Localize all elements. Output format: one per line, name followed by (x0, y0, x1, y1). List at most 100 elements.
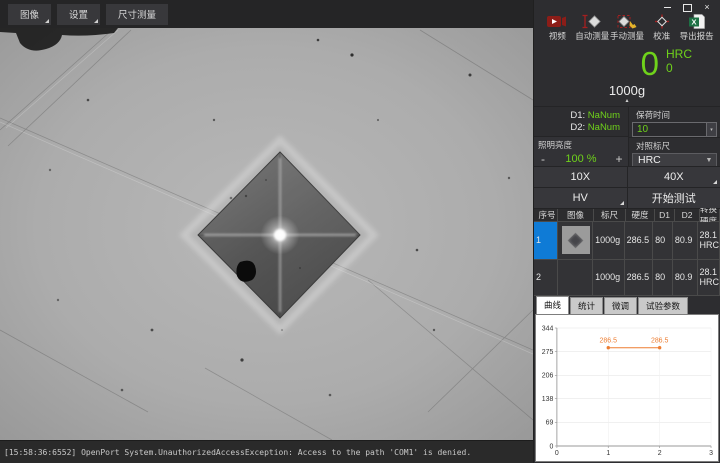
row-no: 1 (534, 222, 558, 260)
col-d2: D2 (675, 209, 700, 222)
video-icon (546, 13, 568, 30)
export-report-button[interactable]: X 导出报告 (679, 13, 714, 46)
reference-scale-select[interactable]: HRC ▼ (632, 153, 717, 167)
indentation-thumbnail-icon (562, 226, 590, 254)
col-converted: 转换硬度 (700, 209, 720, 222)
row-thumbnail[interactable] (558, 222, 593, 260)
tab-fine-tune[interactable]: 微调 (604, 297, 637, 314)
mag-40x-button[interactable]: 40X (627, 167, 720, 187)
auto-measure-button[interactable]: 自动测量 (575, 13, 610, 46)
curve-chart-svg: 0691382062753440123286.5286.5 (536, 315, 718, 461)
mode-hv-button[interactable]: HV (534, 188, 627, 208)
toolbar-label: 手动测量 (610, 30, 644, 42)
brightness-value: 100 % (552, 153, 610, 165)
svg-text:275: 275 (542, 349, 554, 356)
svg-text:3: 3 (709, 450, 713, 457)
left-column: 图像 设置 尺寸测量 (0, 0, 533, 463)
tab-dimension-measure[interactable]: 尺寸测量 (106, 4, 168, 25)
diagonal-values: D1: NaNum D2: NaNum (534, 107, 628, 136)
tab-settings[interactable]: 设置 (57, 4, 100, 25)
close-button[interactable]: × (702, 3, 712, 12)
toolbar-label: 导出报告 (680, 30, 714, 42)
calibrate-button[interactable]: 校准 (644, 13, 679, 46)
maximize-button[interactable] (682, 3, 692, 12)
tab-curve[interactable]: 曲线 (536, 296, 569, 314)
results-header: 序号 图像 标尺 硬度 D1 D2 转换硬度 (534, 209, 720, 222)
window-controls: × (534, 0, 720, 13)
reference-scale-label: 对照标尺 (632, 138, 717, 153)
microscope-image[interactable] (0, 28, 533, 440)
toolbar-label: 视频 (549, 30, 566, 42)
test-force-selector[interactable]: 1000g ▴ (534, 84, 720, 106)
row-thumbnail[interactable] (558, 260, 593, 297)
brightness-minus-button[interactable]: - (534, 152, 552, 166)
svg-text:138: 138 (542, 396, 554, 403)
test-force-value: 1000g (609, 84, 645, 98)
hardness-value: 0 (641, 46, 659, 82)
dropdown-up-icon: ▴ (625, 98, 628, 104)
spinner-icon[interactable]: ▾ (706, 123, 716, 136)
row-d2: 80.9 (673, 222, 698, 260)
row-hardness: 286.5 (625, 222, 654, 260)
dwell-time-input[interactable]: 10 ▾ (632, 122, 717, 137)
status-message: [15:58:36:6552] OpenPort System.Unauthor… (4, 448, 471, 457)
row-d1: 80 (653, 260, 673, 297)
svg-text:0: 0 (555, 450, 559, 457)
row-converted: 28.1 HRC (698, 260, 720, 297)
svg-text:1: 1 (606, 450, 610, 457)
calibrate-icon (653, 13, 671, 30)
reference-scale-control: 对照标尺 HRC ▼ (629, 137, 720, 167)
results-table: 序号 图像 标尺 硬度 D1 D2 转换硬度 1 1000g 286.5 80 … (534, 208, 720, 296)
svg-text:69: 69 (546, 420, 554, 427)
row-scale: 1000g (593, 222, 625, 260)
row-scale: 1000g (593, 260, 625, 297)
row-converted: 28.1 HRC (698, 222, 720, 260)
svg-text:286.5: 286.5 (651, 338, 669, 345)
manual-measure-icon (616, 13, 638, 30)
col-d1: D1 (655, 209, 675, 222)
hardness-converted: 0 (666, 62, 692, 76)
dwell-time-value: 10 (633, 123, 706, 136)
svg-text:206: 206 (542, 373, 554, 380)
dwell-time-control: 保荷时间 10 ▾ (629, 107, 720, 137)
microscope-indentation-view (0, 28, 533, 440)
chevron-down-icon: ▼ (702, 157, 716, 164)
parameter-section: D1: NaNum D2: NaNum 照明亮度 - 100 % + 保荷时间 (534, 106, 720, 166)
row-d1: 80 (653, 222, 673, 260)
row-no: 2 (534, 260, 558, 297)
brightness-plus-button[interactable]: + (610, 152, 628, 166)
d1-label: D1: (570, 110, 585, 121)
svg-text:0: 0 (550, 443, 554, 450)
table-row[interactable]: 1 1000g 286.5 80 80.9 28.1 HRC (534, 222, 720, 260)
chart-panel: 曲线 统计 微调 试验参数 0691382062753440123286.528… (534, 297, 720, 463)
row-d2: 80.9 (673, 260, 698, 297)
mag-10x-button[interactable]: 10X (534, 167, 627, 187)
tab-image[interactable]: 图像 (8, 4, 51, 25)
d1-value: NaNum (588, 110, 620, 121)
dwell-time-label: 保荷时间 (632, 107, 717, 122)
video-button[interactable]: 视频 (540, 13, 575, 46)
chart-tabbar: 曲线 统计 微调 试验参数 (534, 297, 720, 314)
col-no: 序号 (534, 209, 558, 222)
action-row: HV 开始测试 (534, 187, 720, 208)
d2-label: D2: (570, 122, 585, 133)
auto-measure-icon (581, 13, 603, 30)
svg-text:2: 2 (658, 450, 662, 457)
tab-test-params[interactable]: 试验参数 (638, 297, 688, 314)
svg-text:344: 344 (542, 325, 554, 332)
magnification-row: 10X 40X (534, 166, 720, 187)
minimize-button[interactable] (662, 3, 672, 12)
start-test-button[interactable]: 开始测试 (627, 188, 720, 208)
hardness-curve-chart[interactable]: 0691382062753440123286.5286.5 (535, 314, 719, 462)
manual-measure-button[interactable]: 手动测量 (610, 13, 645, 46)
table-row[interactable]: 2 1000g 286.5 80 80.9 28.1 HRC (534, 260, 720, 297)
hardness-scale: HRC (666, 48, 692, 62)
col-scale: 标尺 (594, 209, 626, 222)
main-toolbar: 视频 自动测量 (534, 13, 720, 46)
d2-value: NaNum (588, 122, 620, 133)
status-bar: [15:58:36:6552] OpenPort System.Unauthor… (0, 440, 533, 463)
hardness-tester-app: 图像 设置 尺寸测量 (0, 0, 720, 463)
tab-statistics[interactable]: 统计 (570, 297, 603, 314)
brightness-label: 照明亮度 (534, 137, 628, 152)
brightness-control: 照明亮度 - 100 % + (534, 136, 628, 166)
